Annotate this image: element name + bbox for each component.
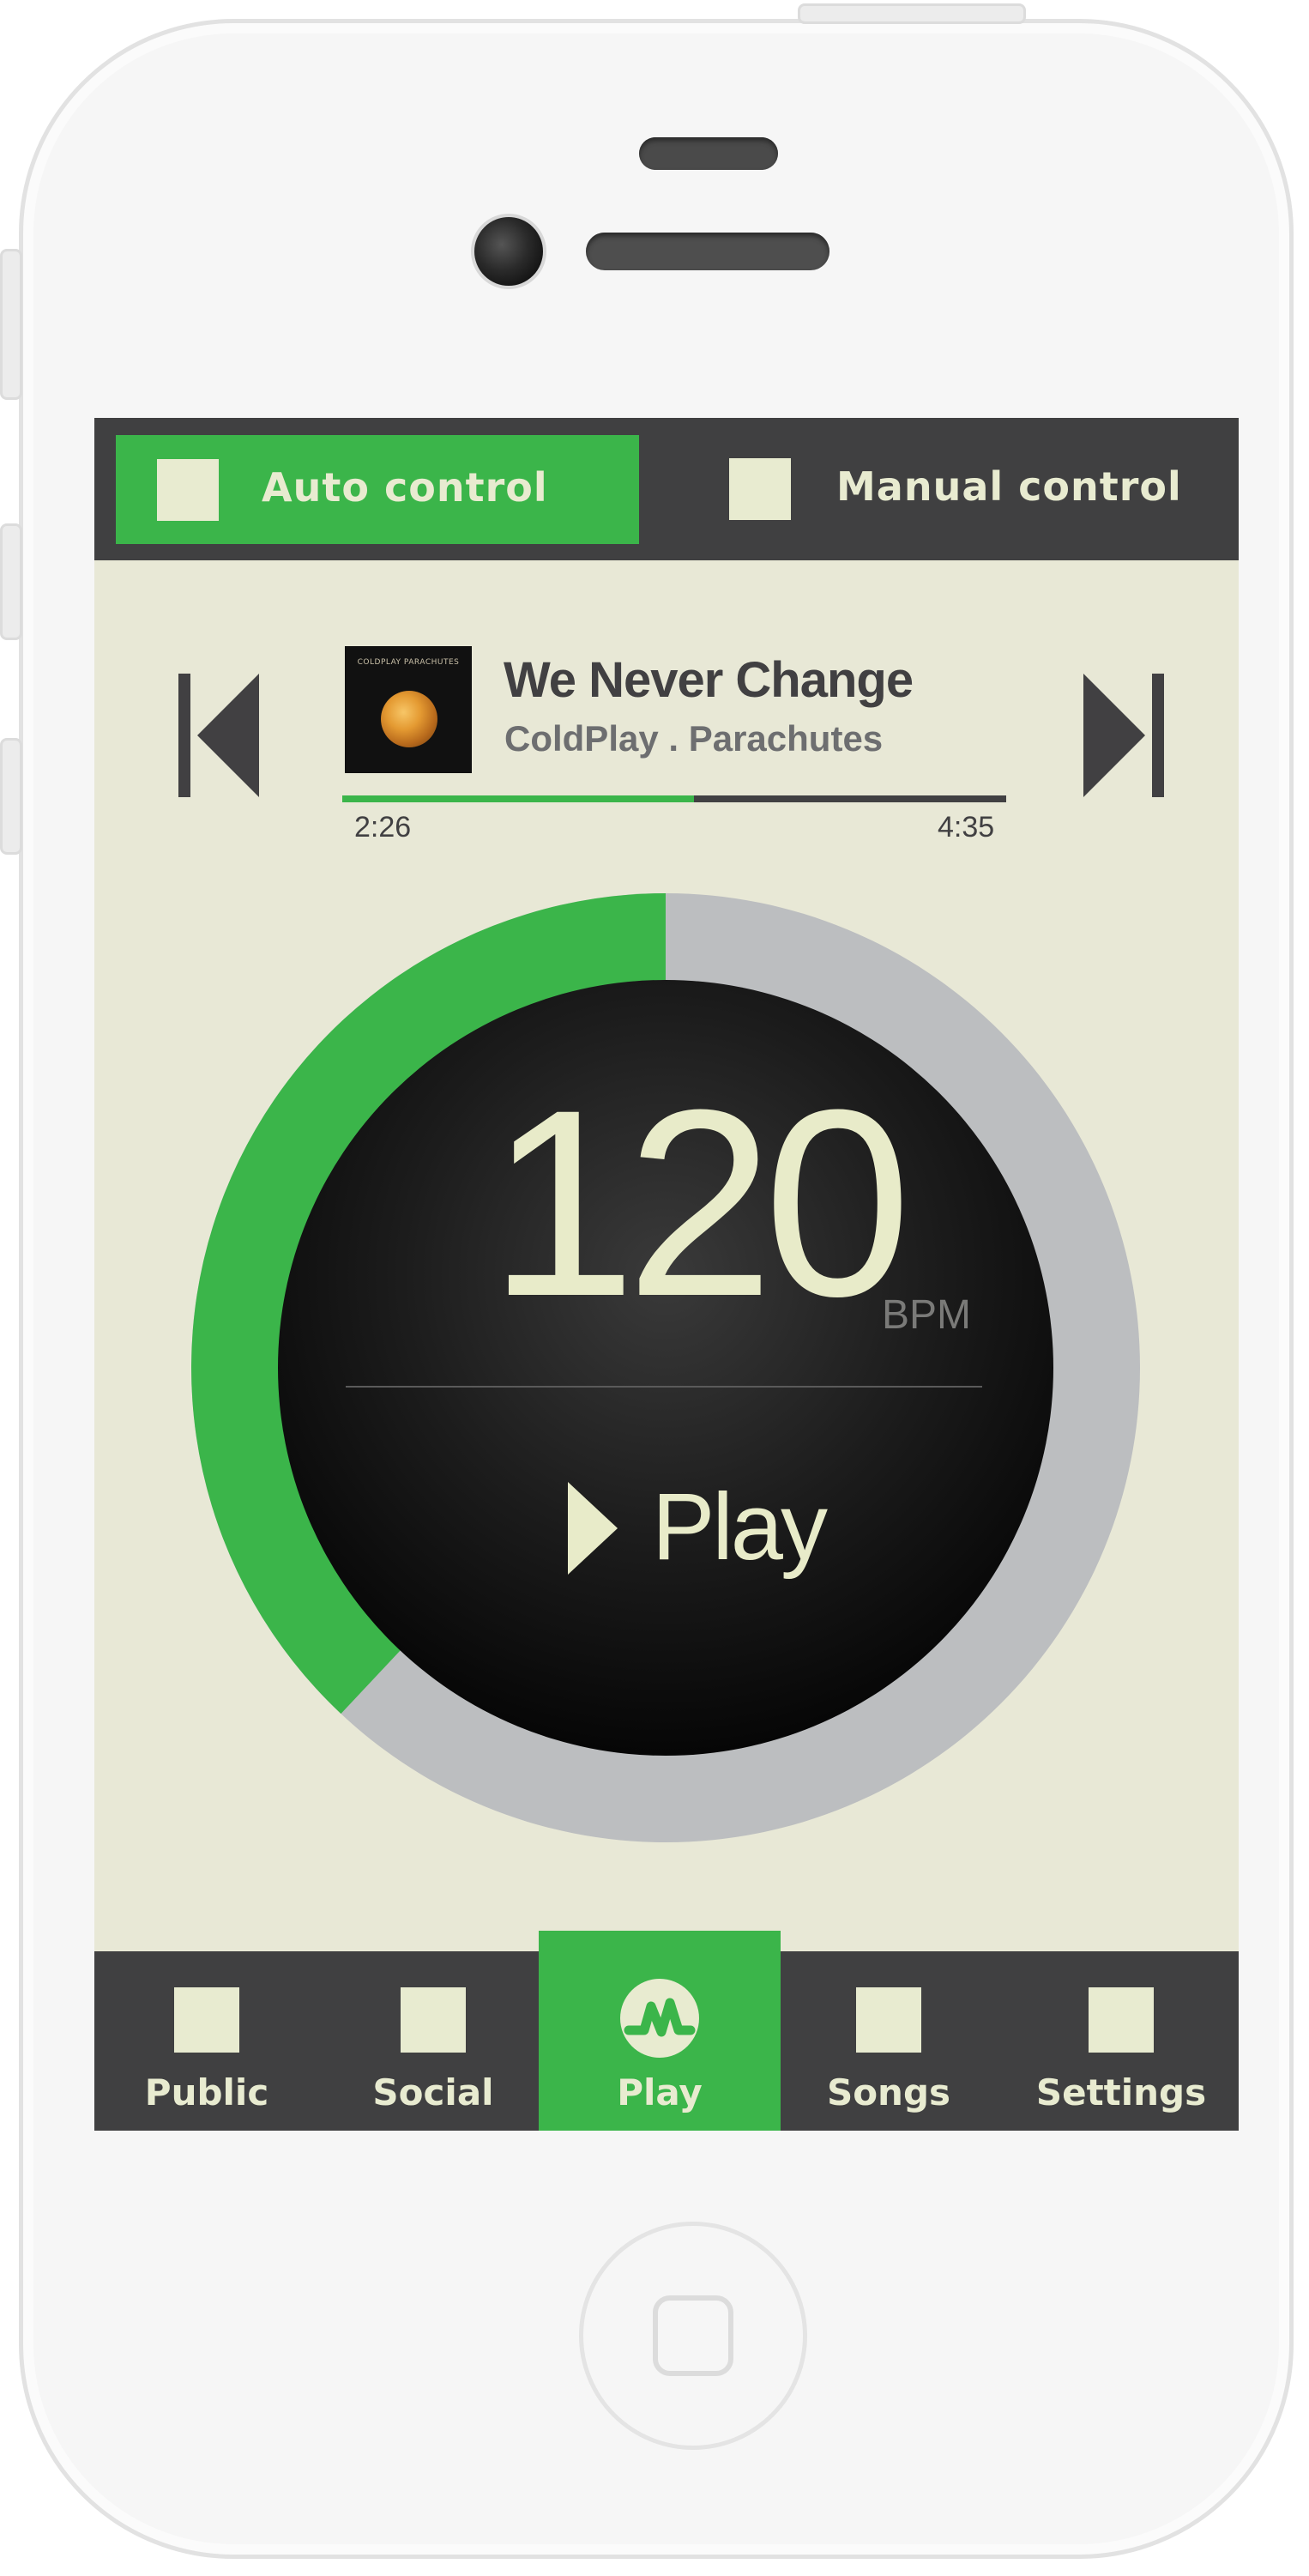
- tab-social-label: Social: [372, 2071, 494, 2113]
- sensor-slot: [639, 137, 778, 170]
- volume-down-button: [0, 738, 22, 855]
- power-button: [798, 3, 1026, 24]
- tab-songs[interactable]: Songs: [794, 1951, 983, 2131]
- tab-public-label: Public: [144, 2071, 269, 2113]
- bpm-unit: BPM: [882, 1292, 972, 1338]
- play-button[interactable]: Play: [558, 1472, 832, 1583]
- tab-play-label: Play: [617, 2071, 703, 2113]
- pulse-logo-icon: [620, 1979, 699, 2058]
- tab-public[interactable]: Public: [112, 1951, 301, 2131]
- tab-songs-label: Songs: [826, 2071, 951, 2113]
- tab-social[interactable]: Social: [339, 1951, 528, 2131]
- silent-switch: [0, 249, 22, 400]
- social-square-icon: [401, 1987, 466, 2053]
- earpiece-speaker: [586, 233, 829, 270]
- tab-settings-label: Settings: [1035, 2071, 1207, 2113]
- tab-play[interactable]: Play: [565, 1951, 754, 2131]
- play-label: Play: [652, 1474, 828, 1580]
- settings-square-icon: [1089, 1987, 1154, 2053]
- app-screen: Auto control Manual control COLDPLAY PAR…: [94, 418, 1239, 2131]
- front-camera: [471, 214, 546, 289]
- home-square-icon: [653, 2295, 733, 2376]
- bpm-value: 120: [488, 1054, 911, 1351]
- tab-settings[interactable]: Settings: [1027, 1951, 1216, 2131]
- home-button[interactable]: [579, 2222, 807, 2450]
- public-square-icon: [174, 1987, 239, 2053]
- volume-up-button: [0, 523, 22, 640]
- play-icon: [568, 1482, 618, 1575]
- songs-square-icon: [856, 1987, 921, 2053]
- dial-divider: [346, 1386, 982, 1388]
